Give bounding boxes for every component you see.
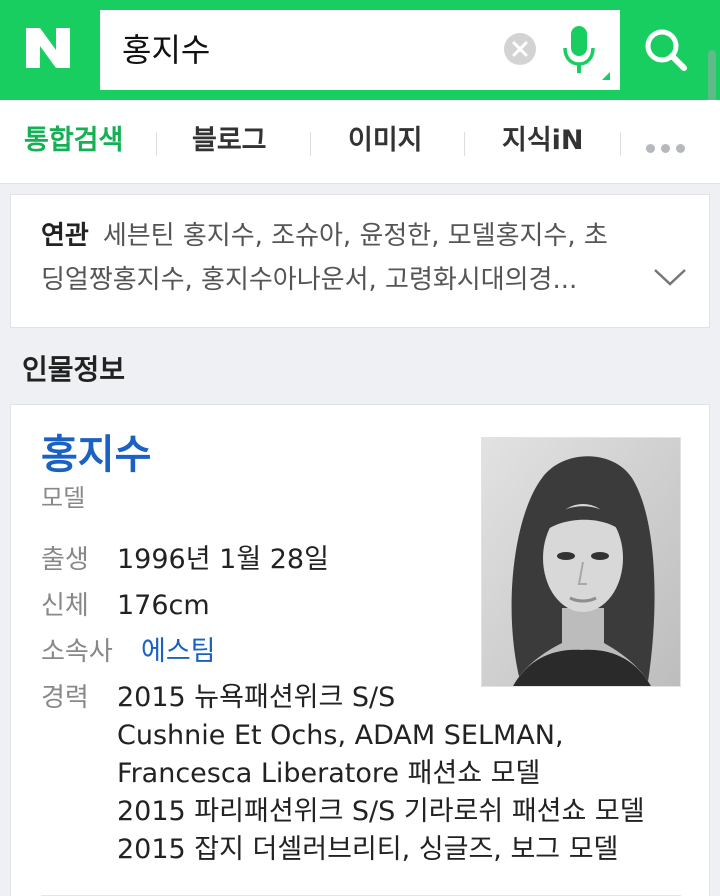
- clear-button[interactable]: [504, 33, 536, 65]
- career-line: Cushnie Et Ochs, ADAM SELMAN,: [117, 720, 564, 751]
- career-line: Francesca Liberatore 패션쇼 모델: [117, 758, 541, 789]
- body-value: 176cm: [117, 590, 210, 621]
- related-label: 연관: [41, 221, 89, 251]
- search-icon: [645, 29, 687, 71]
- birth-label: 출생: [41, 545, 89, 575]
- tab-knowledge-in[interactable]: 지식iN: [502, 122, 584, 160]
- corner-indicator-icon: [602, 72, 610, 80]
- agency-label: 소속사: [41, 637, 113, 667]
- career-label: 경력: [41, 683, 89, 713]
- search-box[interactable]: 홍지수: [100, 10, 620, 90]
- section-title: 인물정보: [22, 353, 126, 386]
- person-card: 홍지수 모델 출생 1996년 1월 28일 신체 176cm 소속사 에스팀 …: [10, 404, 710, 896]
- tab-bar: 통합검색 블로그 이미지 지식iN: [0, 100, 720, 184]
- career-line: 2015 잡지 더셀러브리티, 싱글즈, 보그 모델: [117, 834, 619, 865]
- tab-divider: [310, 132, 311, 156]
- close-icon: [512, 41, 528, 57]
- header: 홍지수: [0, 0, 720, 116]
- person-photo[interactable]: [481, 437, 681, 687]
- related-keywords-2[interactable]: 딩얼짱홍지수, 홍지수아나운서, 고령화시대의경...: [41, 265, 577, 295]
- more-tabs-icon[interactable]: [646, 138, 691, 157]
- person-job: 모델: [41, 484, 86, 512]
- tab-divider: [464, 132, 465, 156]
- person-name[interactable]: 홍지수: [41, 429, 151, 481]
- related-searches: 연관 세븐틴 홍지수, 조슈아, 윤정한, 모델홍지수, 초 딩얼짱홍지수, 홍지…: [10, 194, 710, 328]
- tab-divider: [156, 132, 157, 156]
- tab-divider: [620, 132, 621, 156]
- related-line-2: 딩얼짱홍지수, 홍지수아나운서, 고령화시대의경...: [41, 260, 577, 300]
- naver-logo-icon[interactable]: [26, 28, 70, 68]
- birth-value: 1996년 1월 28일: [117, 544, 329, 575]
- portrait-image: [482, 438, 680, 686]
- tab-integrated-search[interactable]: 통합검색: [24, 122, 123, 160]
- career-line: 2015 뉴욕패션위크 S/S: [117, 682, 396, 713]
- related-keywords-1[interactable]: 세븐틴 홍지수, 조슈아, 윤정한, 모델홍지수, 초: [103, 221, 608, 251]
- microphone-icon[interactable]: [562, 24, 596, 76]
- related-line-1: 연관 세븐틴 홍지수, 조슈아, 윤정한, 모델홍지수, 초: [41, 216, 608, 256]
- search-button[interactable]: [624, 10, 708, 90]
- body-label: 신체: [41, 591, 89, 621]
- tab-blog[interactable]: 블로그: [192, 122, 267, 160]
- chevron-down-icon[interactable]: [653, 267, 687, 287]
- tab-images[interactable]: 이미지: [348, 122, 423, 160]
- search-input[interactable]: 홍지수: [122, 28, 210, 72]
- agency-link[interactable]: 에스팀: [141, 633, 216, 671]
- career-line: 2015 파리패션위크 S/S 기라로쉬 패션쇼 모델: [117, 796, 645, 827]
